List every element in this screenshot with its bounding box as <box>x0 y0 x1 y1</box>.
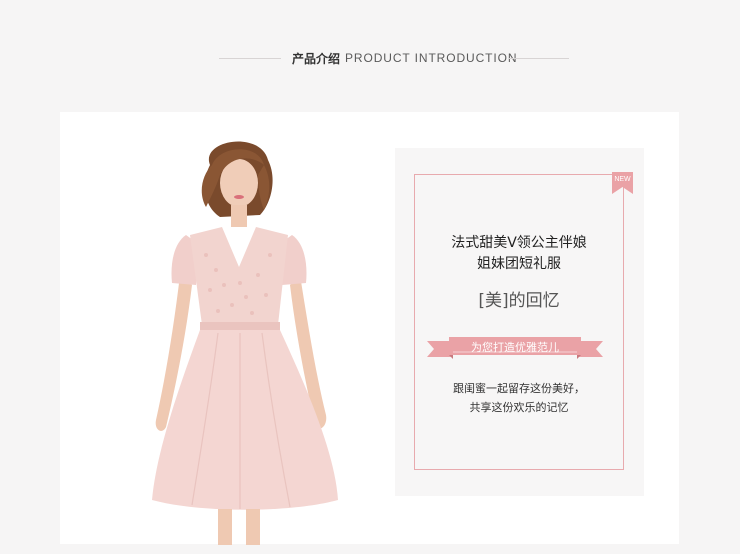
product-info-frame <box>414 174 624 470</box>
header-divider-left <box>219 58 281 59</box>
header-title-en: PRODUCT INTRODUCTION <box>345 51 518 65</box>
product-photo <box>152 141 338 545</box>
header-title-cn: 产品介绍 <box>292 52 341 66</box>
product-description-line1: 跟闺蜜一起留存这份美好， <box>453 382 585 395</box>
new-badge-label: NEW <box>614 176 631 183</box>
product-title-line2: 姐妹团短礼服 <box>477 256 561 272</box>
product-description-line2: 共享这份欢乐的记忆 <box>469 401 569 414</box>
section-header: 产品介绍 PRODUCT INTRODUCTION <box>0 48 740 68</box>
header-divider-right <box>509 58 569 59</box>
product-description: 跟闺蜜一起留存这份美好， 共享这份欢乐的记忆 <box>414 379 624 417</box>
ribbon-text: 为您打造优雅范儿 <box>471 341 559 354</box>
product-subtitle: [美]的回忆 <box>478 291 560 311</box>
product-title: 法式甜美V领公主伴娘 姐妹团短礼服 <box>414 233 624 275</box>
new-badge: NEW <box>612 172 633 194</box>
product-title-line1: 法式甜美V领公主伴娘 <box>451 235 587 251</box>
